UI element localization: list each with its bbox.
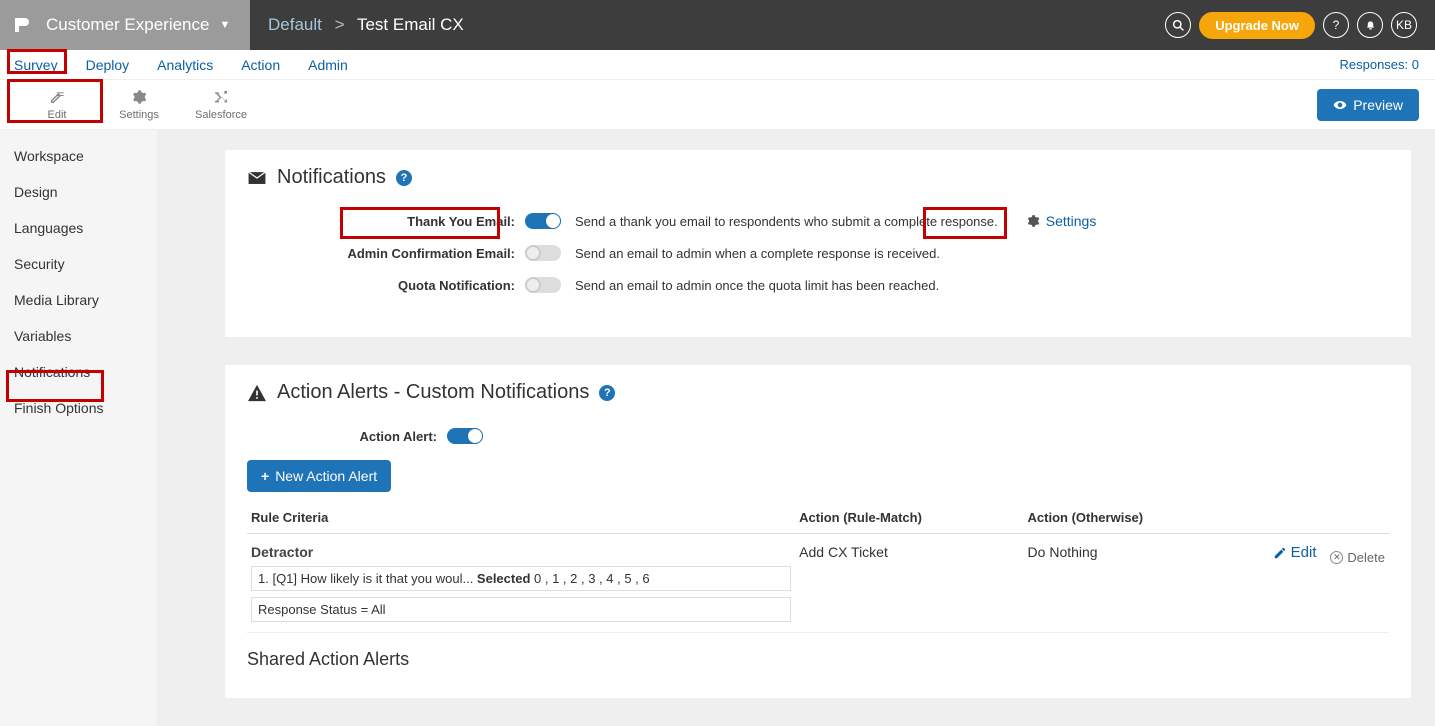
preview-label: Preview: [1353, 97, 1403, 113]
sidebar: Workspace Design Languages Security Medi…: [0, 130, 157, 726]
plus-icon: +: [261, 468, 269, 484]
new-action-alert-button[interactable]: + New Action Alert: [247, 460, 391, 492]
tab-deploy[interactable]: Deploy: [72, 51, 144, 79]
rule-criteria-line-2: Response Status = All: [251, 597, 791, 622]
eye-icon: [1333, 98, 1347, 112]
quota-notification-desc: Send an email to admin once the quota li…: [575, 278, 939, 293]
avatar[interactable]: KB: [1391, 12, 1417, 38]
search-icon[interactable]: [1165, 12, 1191, 38]
action-alert-toggle[interactable]: [447, 428, 483, 444]
help-icon[interactable]: ?: [1323, 12, 1349, 38]
admin-confirmation-toggle[interactable]: [525, 245, 561, 261]
edit-label: Edit: [1291, 544, 1317, 561]
notifications-panel: Notifications ? Thank You Email: Send a …: [225, 150, 1411, 337]
col-rule-criteria: Rule Criteria: [247, 502, 795, 534]
tool-salesforce-label: Salesforce: [195, 109, 247, 121]
sidebar-item-finish-options[interactable]: Finish Options: [0, 390, 157, 426]
shuffle-icon: [213, 89, 229, 105]
sidebar-item-notifications[interactable]: Notifications: [0, 354, 157, 390]
close-icon: ✕: [1330, 551, 1343, 564]
action-alerts-panel: Action Alerts - Custom Notifications ? A…: [225, 365, 1411, 698]
breadcrumb-sep-icon: >: [335, 15, 345, 34]
tab-survey[interactable]: Survey: [0, 51, 72, 79]
col-action-match: Action (Rule-Match): [795, 502, 1023, 534]
notifications-title: Notifications: [277, 166, 386, 189]
thank-you-email-toggle[interactable]: [525, 213, 561, 229]
envelope-icon: [247, 170, 267, 186]
breadcrumb-current: Test Email CX: [357, 15, 464, 34]
delete-label: Delete: [1347, 550, 1385, 565]
edit-rule-link[interactable]: Edit: [1273, 544, 1317, 561]
new-action-alert-label: New Action Alert: [275, 468, 377, 484]
settings-link-label: Settings: [1046, 213, 1097, 229]
tab-action[interactable]: Action: [227, 51, 294, 79]
upgrade-button[interactable]: Upgrade Now: [1199, 12, 1315, 39]
delete-rule-link[interactable]: ✕ Delete: [1330, 550, 1385, 565]
action-alerts-title: Action Alerts - Custom Notifications: [277, 381, 589, 404]
help-icon[interactable]: ?: [396, 170, 412, 186]
responses-count[interactable]: Responses: 0: [1340, 57, 1420, 72]
tool-settings-label: Settings: [119, 109, 159, 121]
warning-icon: [247, 384, 267, 402]
caret-down-icon: ▼: [219, 19, 230, 31]
tool-settings[interactable]: Settings: [98, 81, 180, 129]
product-switcher[interactable]: Customer Experience ▼: [0, 0, 250, 50]
tool-edit[interactable]: Edit: [16, 81, 98, 129]
rule-action-otherwise: Do Nothing: [1024, 534, 1252, 633]
tool-edit-label: Edit: [48, 109, 67, 121]
sidebar-item-variables[interactable]: Variables: [0, 318, 157, 354]
tab-analytics[interactable]: Analytics: [143, 51, 227, 79]
gear-icon: [1026, 214, 1040, 228]
quota-notification-toggle[interactable]: [525, 277, 561, 293]
thank-you-email-settings-link[interactable]: Settings: [1026, 213, 1097, 229]
breadcrumb-root[interactable]: Default: [268, 15, 322, 34]
product-name: Customer Experience: [46, 15, 209, 35]
admin-confirmation-desc: Send an email to admin when a complete r…: [575, 246, 940, 261]
table-row: Detractor 1. [Q1] How likely is it that …: [247, 534, 1389, 633]
gear-icon: [131, 89, 147, 105]
col-action-otherwise: Action (Otherwise): [1024, 502, 1252, 534]
sidebar-item-workspace[interactable]: Workspace: [0, 138, 157, 174]
rule-action-match: Add CX Ticket: [795, 534, 1023, 633]
tool-salesforce[interactable]: Salesforce: [180, 81, 262, 129]
preview-button[interactable]: Preview: [1317, 89, 1419, 121]
thank-you-email-desc: Send a thank you email to respondents wh…: [575, 214, 998, 229]
pencil-icon: [1273, 546, 1287, 560]
action-alert-label: Action Alert:: [307, 429, 447, 444]
sidebar-item-security[interactable]: Security: [0, 246, 157, 282]
rule-name: Detractor: [251, 544, 791, 560]
help-icon[interactable]: ?: [599, 385, 615, 401]
admin-confirmation-label: Admin Confirmation Email:: [325, 246, 525, 261]
edit-icon: [49, 89, 65, 105]
bell-icon[interactable]: [1357, 12, 1383, 38]
sidebar-item-design[interactable]: Design: [0, 174, 157, 210]
quota-notification-label: Quota Notification:: [325, 278, 525, 293]
breadcrumb: Default > Test Email CX: [268, 15, 464, 35]
shared-action-alerts-title: Shared Action Alerts: [247, 633, 1389, 670]
rule-criteria-line-1: 1. [Q1] How likely is it that you woul..…: [251, 566, 791, 591]
tab-admin[interactable]: Admin: [294, 51, 362, 79]
sidebar-item-languages[interactable]: Languages: [0, 210, 157, 246]
sidebar-item-media-library[interactable]: Media Library: [0, 282, 157, 318]
product-logo-icon: [12, 15, 32, 35]
thank-you-email-label: Thank You Email:: [325, 214, 525, 229]
rules-table: Rule Criteria Action (Rule-Match) Action…: [247, 502, 1389, 633]
